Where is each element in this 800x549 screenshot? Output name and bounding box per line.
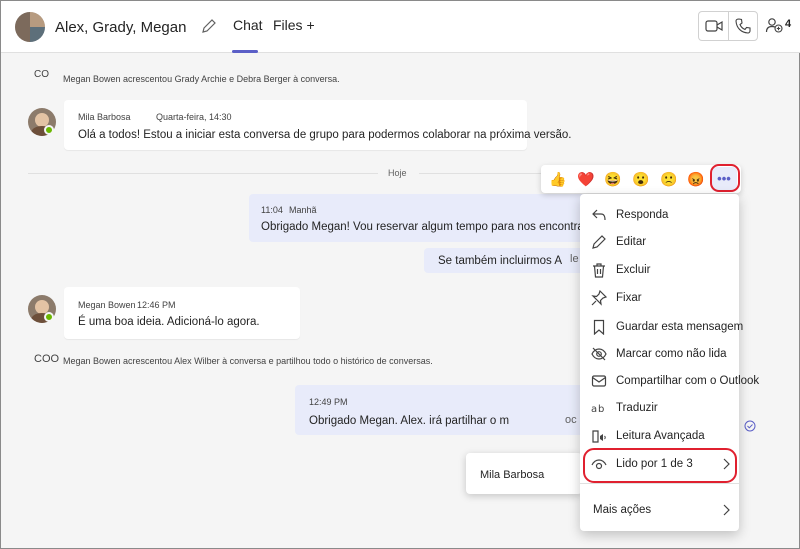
message-bubble[interactable]: Megan Bowen 12:46 PM É uma boa ideia. Ad… xyxy=(64,287,300,339)
menu-item-label: Excluir xyxy=(616,264,651,276)
highlight-ring-more-options xyxy=(710,164,740,192)
reply-icon xyxy=(592,209,606,221)
message-text: Obrigado Megan. Alex. irá partilhar o m xyxy=(309,415,510,427)
angry-reaction-icon[interactable]: 😡 xyxy=(687,170,705,188)
menu-item-label: Mais ações xyxy=(593,504,652,516)
chat-header: Alex, Grady, Megan Chat Files + 4 xyxy=(1,1,800,53)
reader-name: Mila Barbosa xyxy=(480,469,545,481)
menu-item-delete[interactable]: Excluir xyxy=(580,257,739,283)
translate-icon: a b xyxy=(591,404,604,415)
message-author: Mila Barbosa xyxy=(78,112,131,122)
date-divider-line xyxy=(28,173,378,174)
presence-available-icon xyxy=(44,312,54,322)
presence-available-icon xyxy=(44,125,54,135)
menu-item-edit[interactable]: Editar xyxy=(580,229,739,255)
message-text: Obrigado Megan! Vou reservar algum tempo… xyxy=(261,221,613,233)
menu-item-label: Leitura Avançada xyxy=(616,430,705,442)
laugh-reaction-icon[interactable]: 😆 xyxy=(604,170,622,188)
message-timestamp: 12:46 PM xyxy=(137,300,176,310)
participants-icon[interactable] xyxy=(765,16,783,34)
system-message: Megan Bowen acrescentou Alex Wilber à co… xyxy=(63,356,433,366)
system-event-icon: CO xyxy=(34,69,49,80)
message-bubble-self[interactable]: 12:49 PM Obrigado Megan. Alex. irá parti… xyxy=(295,385,585,435)
video-call-icon[interactable] xyxy=(705,18,723,34)
svg-text:a: a xyxy=(591,404,597,415)
eye-off-icon xyxy=(591,347,607,361)
like-reaction-icon[interactable]: 👍 xyxy=(549,170,567,188)
menu-separator xyxy=(580,483,739,484)
group-avatar[interactable] xyxy=(15,12,45,42)
message-timestamp: 12:49 PM xyxy=(309,397,348,407)
phone-call-icon[interactable] xyxy=(735,18,751,34)
message-timestamp: 11:04 xyxy=(261,205,283,215)
menu-item-label: Responda xyxy=(616,209,669,221)
system-message: Megan Bowen acrescentou Grady Archie e D… xyxy=(63,74,340,84)
pencil-icon[interactable] xyxy=(200,17,218,35)
call-buttons xyxy=(698,11,758,41)
message-timestamp: Quarta-feira, 14:30 xyxy=(156,112,232,122)
active-tab-indicator xyxy=(232,50,258,53)
message-bubble[interactable]: Mila Barbosa Quarta-feira, 14:30 Olá a t… xyxy=(64,100,572,150)
menu-item-label: Traduzir xyxy=(616,402,658,414)
message-bubble-self[interactable]: 11:04 Manhã Obrigado Megan! Vou reservar… xyxy=(249,194,613,242)
teams-window: Alex, Grady, Megan Chat Files + 4 CO Meg… xyxy=(0,0,800,549)
sad-reaction-icon[interactable]: 🙁 xyxy=(660,170,678,188)
mail-icon xyxy=(591,375,607,387)
bookmark-icon xyxy=(593,319,605,335)
menu-item-share-outlook[interactable]: Compartilhar com o Outlook xyxy=(580,368,759,394)
read-by-popup: Mila Barbosa xyxy=(466,453,582,494)
tab-chat[interactable]: Chat xyxy=(233,17,263,33)
menu-item-label: Editar xyxy=(616,236,647,248)
menu-item-translate[interactable]: a b Traduzir xyxy=(580,395,739,421)
participants-count: 4 xyxy=(785,18,792,30)
message-text-overflow: oc xyxy=(565,414,577,426)
menu-item-label: Guardar esta mensagem xyxy=(616,321,744,333)
system-event-icon: COO xyxy=(34,353,60,365)
message-text: É uma boa ideia. Adicioná-lo agora. xyxy=(78,316,260,328)
seen-check-icon xyxy=(744,420,756,432)
highlight-ring-read-by xyxy=(583,448,737,483)
date-divider-label: Hoje xyxy=(388,168,407,178)
menu-item-label: Fixar xyxy=(616,292,642,304)
menu-item-save[interactable]: Guardar esta mensagem xyxy=(580,314,743,340)
surprised-reaction-icon[interactable]: 😮 xyxy=(632,170,650,188)
svg-text:b: b xyxy=(598,404,604,415)
menu-item-label: Marcar como não lida xyxy=(616,348,727,360)
menu-item-pin[interactable]: Fixar xyxy=(580,285,739,311)
chevron-right-icon xyxy=(723,504,730,516)
pencil-icon xyxy=(592,235,606,249)
message-bubble-self[interactable]: Se também incluirmos A le xyxy=(424,248,599,273)
menu-item-label: Compartilhar com o Outlook xyxy=(616,375,760,387)
message-text: Se também incluirmos A xyxy=(438,255,562,267)
message-author: Megan Bowen xyxy=(78,300,136,310)
heart-reaction-icon[interactable]: ❤️ xyxy=(577,170,595,188)
date-divider-line xyxy=(419,173,541,174)
menu-item-reply[interactable]: Responda xyxy=(580,202,739,228)
message-text-overflow: le xyxy=(570,253,579,265)
immersive-reader-icon xyxy=(592,430,606,443)
trash-icon xyxy=(593,263,605,278)
message-text: Olá a todos! Estou a iniciar esta conver… xyxy=(78,129,572,141)
menu-item-more-actions[interactable]: Mais ações xyxy=(580,497,739,523)
menu-item-mark-unread[interactable]: Marcar como não lida xyxy=(580,341,739,367)
message-timestamp-suffix: Manhã xyxy=(289,205,317,215)
tab-files[interactable]: Files + xyxy=(273,17,315,33)
chat-title[interactable]: Alex, Grady, Megan xyxy=(55,19,186,36)
menu-item-immersive-reader[interactable]: Leitura Avançada xyxy=(580,423,739,449)
pin-icon xyxy=(591,290,607,306)
